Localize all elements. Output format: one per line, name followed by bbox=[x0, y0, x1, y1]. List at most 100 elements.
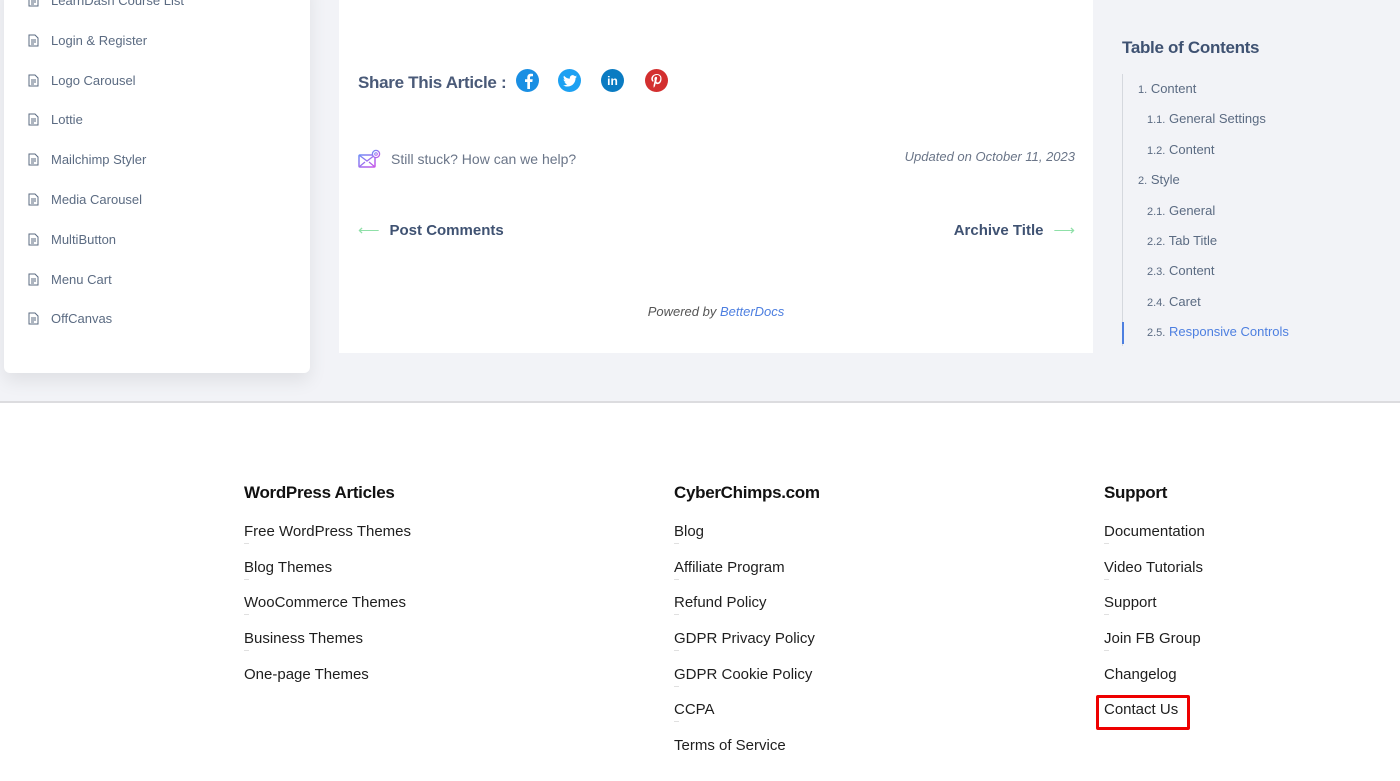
footer-link-label: GDPR Cookie Policy bbox=[674, 665, 813, 683]
highlight-box bbox=[1096, 695, 1190, 730]
toc-item-label: Style bbox=[1150, 172, 1180, 188]
toc-item-label: General bbox=[1168, 202, 1216, 218]
sidebar-item[interactable]: OffCanvas bbox=[28, 311, 112, 326]
link-separator bbox=[1104, 543, 1109, 544]
footer-link[interactable]: CCPA bbox=[674, 700, 820, 736]
footer-link[interactable]: Terms of Service bbox=[674, 736, 820, 772]
footer-link[interactable]: Video Tutorials bbox=[1104, 558, 1205, 594]
footer-link[interactable]: Blog Themes bbox=[244, 558, 411, 594]
link-separator bbox=[1104, 578, 1109, 580]
footer-link[interactable]: Business Themes bbox=[244, 629, 411, 665]
footer-link-label: Documentation bbox=[1104, 523, 1205, 540]
footer-column: CyberChimps.com Blog Affiliate Program Refu… bbox=[674, 483, 820, 772]
sidebar-item[interactable]: Lottie bbox=[28, 112, 83, 127]
sidebar-item[interactable]: MultiButton bbox=[28, 232, 116, 247]
toc-item-number: 2.2. bbox=[1147, 236, 1166, 248]
toc-item[interactable]: 2.5. Responsive Controls bbox=[1147, 324, 1289, 339]
footer-link[interactable]: Join FB Group bbox=[1104, 629, 1205, 665]
toc-item[interactable]: 2. Style bbox=[1138, 172, 1180, 187]
document-icon bbox=[28, 34, 39, 47]
document-icon bbox=[28, 153, 39, 166]
sidebar-item[interactable]: Logo Carousel bbox=[28, 73, 136, 88]
link-separator bbox=[674, 543, 679, 544]
toc-item-label: Content bbox=[1150, 81, 1197, 96]
footer-link-label: Free WordPress Themes bbox=[244, 523, 411, 540]
help-text: Still stuck? How can we help? bbox=[391, 151, 577, 167]
footer-link-label: WooCommerce Themes bbox=[244, 594, 406, 612]
toc-item[interactable]: 2.2. Tab Title bbox=[1147, 233, 1217, 248]
sidebar-item-label: Login & Register bbox=[51, 32, 148, 48]
footer-link-label: CCPA bbox=[674, 701, 715, 719]
sidebar-item-label: Menu Cart bbox=[51, 271, 112, 287]
footer-link[interactable]: Blog bbox=[674, 522, 820, 558]
toc-item-label: Caret bbox=[1168, 293, 1201, 309]
footer-link-label: Blog bbox=[674, 523, 705, 540]
updated-date: Updated on October 11, 2023 bbox=[904, 149, 1075, 164]
toc-item[interactable]: 1. Content bbox=[1138, 81, 1196, 96]
link-separator bbox=[674, 650, 679, 652]
footer-link[interactable]: GDPR Cookie Policy bbox=[674, 665, 820, 701]
footer-link[interactable]: Free WordPress Themes bbox=[244, 522, 411, 558]
twitter-icon[interactable] bbox=[558, 69, 581, 92]
footer-link[interactable]: Affiliate Program bbox=[674, 558, 820, 594]
mail-help-icon bbox=[358, 149, 381, 168]
document-icon bbox=[28, 312, 39, 325]
sidebar-item[interactable]: LearnDash Course List bbox=[28, 0, 184, 8]
toc-item[interactable]: 2.1. General bbox=[1147, 203, 1215, 218]
sidebar-item[interactable]: Mailchimp Styler bbox=[28, 152, 146, 167]
footer-link[interactable]: Refund Policy bbox=[674, 593, 820, 629]
toc-active-indicator bbox=[1122, 322, 1124, 344]
toc-item-label: Content bbox=[1168, 263, 1215, 279]
document-icon bbox=[28, 193, 39, 206]
toc-item-number: 2. bbox=[1138, 175, 1148, 188]
toc-item[interactable]: 2.4. Caret bbox=[1147, 294, 1201, 309]
betterdocs-link[interactable]: BetterDocs bbox=[720, 304, 784, 319]
sidebar-item-label: Lottie bbox=[51, 112, 83, 128]
footer-link-label: Join FB Group bbox=[1104, 630, 1201, 648]
footer-link[interactable]: Support bbox=[1104, 593, 1205, 629]
footer-link-label: Video Tutorials bbox=[1104, 558, 1203, 576]
pinterest-icon[interactable] bbox=[645, 69, 668, 92]
sidebar-item-label: LearnDash Course List bbox=[51, 0, 184, 8]
share-label: Share This Article : bbox=[358, 73, 507, 92]
footer-link[interactable]: Documentation bbox=[1104, 522, 1205, 558]
link-separator bbox=[674, 685, 679, 687]
footer-column-title: WordPress Articles bbox=[244, 483, 395, 502]
toc-item-label: Content bbox=[1168, 141, 1215, 157]
footer-link[interactable]: WooCommerce Themes bbox=[244, 593, 411, 629]
prev-article-link[interactable]: ⟵ Post Comments bbox=[358, 221, 504, 240]
sidebar-item-label: OffCanvas bbox=[51, 311, 113, 327]
link-separator bbox=[244, 578, 249, 580]
next-article-link[interactable]: Archive Title ⟶ bbox=[954, 221, 1075, 240]
link-separator bbox=[244, 650, 249, 652]
document-icon bbox=[28, 233, 39, 246]
link-separator bbox=[674, 721, 679, 723]
footer-link-label: Affiliate Program bbox=[674, 558, 785, 576]
link-separator bbox=[1104, 614, 1109, 616]
sidebar-item[interactable]: Media Carousel bbox=[28, 192, 142, 207]
document-icon bbox=[28, 113, 39, 126]
footer-column: WordPress Articles Free WordPress Themes B… bbox=[244, 483, 411, 700]
link-separator bbox=[244, 543, 249, 544]
footer-link-label: Terms of Service bbox=[674, 737, 786, 755]
powered-by-prefix: Powered by bbox=[647, 304, 720, 319]
footer-link[interactable]: One-page Themes bbox=[244, 665, 411, 701]
toc-item[interactable]: 1.1. General Settings bbox=[1147, 111, 1266, 126]
link-separator bbox=[674, 578, 679, 580]
toc-item-number: 2.5. bbox=[1147, 327, 1166, 340]
footer-link-label: Blog Themes bbox=[244, 558, 333, 576]
facebook-icon[interactable] bbox=[516, 69, 539, 92]
toc-item[interactable]: 2.3. Content bbox=[1147, 263, 1215, 278]
sidebar-item[interactable]: Login & Register bbox=[28, 33, 147, 48]
document-icon bbox=[28, 74, 39, 87]
prev-article-title: Post Comments bbox=[389, 221, 504, 239]
sidebar-item[interactable]: Menu Cart bbox=[28, 272, 112, 287]
linkedin-icon[interactable]: in bbox=[601, 69, 624, 92]
footer-column-title: Support bbox=[1104, 483, 1168, 502]
toc-item[interactable]: 1.2. Content bbox=[1147, 142, 1215, 157]
help-link[interactable]: Still stuck? How can we help? bbox=[358, 149, 576, 169]
footer-link-label: GDPR Privacy Policy bbox=[674, 630, 815, 648]
sidebar-item-label: Media Carousel bbox=[51, 192, 143, 207]
footer-link-label: One-page Themes bbox=[244, 665, 369, 683]
footer-link[interactable]: GDPR Privacy Policy bbox=[674, 629, 820, 665]
